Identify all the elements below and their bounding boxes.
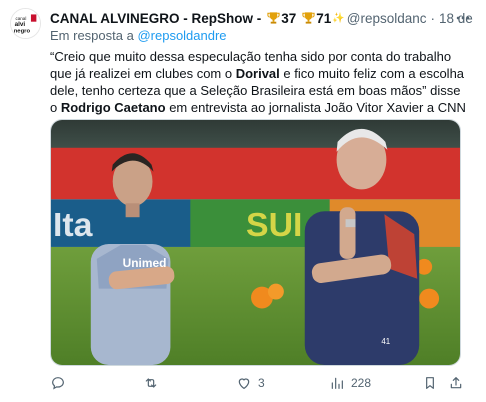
canal-alvinegro-logo: canal alvi negro — [11, 9, 40, 38]
photo-two-men-on-pitch: Ita SUI Unimed 41 — [51, 120, 460, 365]
retweet-button[interactable] — [143, 372, 165, 394]
reply-icon — [52, 377, 64, 390]
svg-text:canal: canal — [16, 16, 27, 21]
tweet-text: “Creio que muito dessa especulação tenha… — [50, 48, 470, 116]
reply-prefix: Em resposta a — [50, 28, 134, 43]
author-name[interactable]: CANAL ALVINEGRO - RepShow - — [50, 11, 261, 26]
tweet-text-part: em entrevista ao jornalista João Vitor X… — [165, 100, 466, 115]
small-emoji-icon: ✨ — [332, 12, 345, 24]
share-button[interactable] — [448, 372, 464, 394]
shirt-text-unimed: Unimed — [123, 256, 167, 270]
svg-text:negro: negro — [14, 29, 31, 35]
tweet[interactable]: canal alvi negro CANAL ALVINEGRO - RepSh… — [0, 0, 486, 402]
share-icon — [450, 377, 462, 389]
emoji-badge-1: 37 — [267, 11, 296, 26]
views-button[interactable]: 228 — [329, 372, 371, 394]
shirt-number: 41 — [381, 337, 390, 346]
board-text-ita: Ita — [53, 206, 93, 244]
separator-dot: · — [430, 10, 436, 26]
reply-button[interactable] — [50, 372, 72, 394]
more-dots-icon — [456, 16, 470, 20]
like-count: 3 — [258, 376, 265, 390]
like-button[interactable]: 3 — [236, 372, 265, 394]
more-options-button[interactable] — [452, 9, 474, 27]
svg-text:alvi: alvi — [15, 21, 26, 28]
tweet-text-bold: Rodrigo Caetano — [60, 100, 166, 115]
reply-context: Em resposta a @repsoldandre — [50, 28, 227, 43]
emoji-badge-count: 37 — [281, 10, 297, 26]
bookmark-button[interactable] — [422, 372, 438, 394]
heart-icon — [238, 378, 250, 389]
avatar[interactable]: canal alvi negro — [10, 8, 41, 39]
board-text-sui: SUI — [246, 206, 302, 244]
emoji-badge-2: 71 ✨ — [302, 10, 345, 26]
views-chart-icon — [331, 377, 343, 389]
action-bar: 3 228 — [50, 372, 466, 394]
trophy-icon — [267, 12, 280, 24]
tweet-text-bold: Dorival — [235, 66, 280, 81]
reply-handle-link[interactable]: @repsoldandre — [137, 28, 226, 43]
tweet-photo[interactable]: Ita SUI Unimed 41 — [50, 119, 461, 366]
view-count: 228 — [351, 376, 372, 390]
bookmark-icon — [426, 377, 434, 389]
tweet-header: CANAL ALVINEGRO - RepShow - 37 71 ✨ @rep… — [50, 9, 474, 27]
trophy-icon — [302, 12, 315, 24]
author-handle[interactable]: @repsoldanc — [347, 11, 427, 26]
emoji-badge-count: 71 — [316, 10, 332, 26]
retweet-icon — [145, 378, 157, 388]
